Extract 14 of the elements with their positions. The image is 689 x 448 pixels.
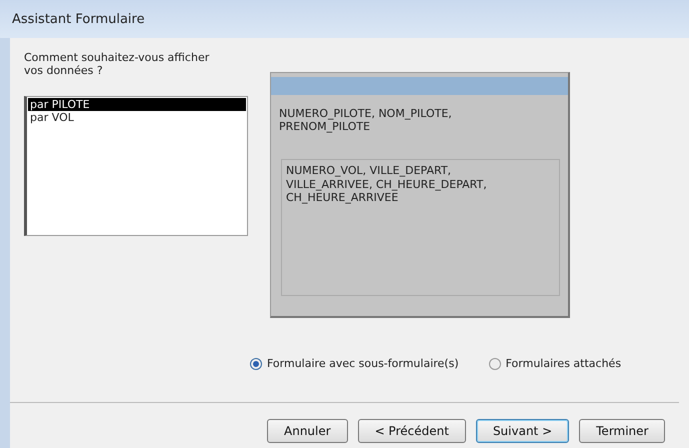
dialog-button[interactable]: < Précédent (358, 419, 466, 443)
prompt-text: Comment souhaitez-vous afficher vos données ? (24, 52, 210, 78)
radio-button[interactable] (488, 358, 501, 370)
dialog-button[interactable]: Terminer (579, 419, 666, 443)
dialog-button[interactable]: Suivant > (476, 419, 570, 443)
dialog-button[interactable]: Annuler (267, 419, 348, 443)
main-form-fields: NUMERO_PILOTE, NOM_PILOTE, PRENOM_PILOTE (271, 95, 511, 134)
subform-fields: NUMERO_VOL, VILLE_DEPART, VILLE_ARRIVEE, CH_HEURE_DEPART, CH_HEURE_ARRIVEE (286, 164, 521, 204)
radio-button[interactable] (250, 358, 262, 370)
window-title: Assistant Formulaire (12, 12, 145, 27)
radio-label[interactable]: Formulaires attachés (506, 356, 622, 372)
list-item[interactable]: par VOL (28, 111, 246, 124)
radio-label[interactable]: Formulaire avec sous-formulaire(s) (267, 356, 459, 372)
list-item[interactable]: par PILOTE (28, 98, 246, 112)
